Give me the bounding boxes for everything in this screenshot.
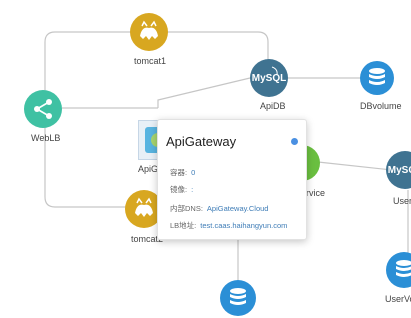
popup-value: 0 [191, 168, 196, 177]
popup-row-dns: 内部DNS: ApiGateway.Cloud [170, 203, 268, 214]
popup-value: test.caas.haihangyun.com [200, 221, 288, 230]
popup-row-lb: LB地址: test.caas.haihangyun.com [170, 220, 287, 231]
tomcat1-node[interactable] [130, 13, 168, 51]
dbvolume-label: DBvolume [360, 101, 402, 111]
topology-canvas[interactable]: tomcat1 tomcat2 WebLB MySQL ApiDB DBvolu… [0, 0, 411, 318]
popup-row-containers: 容器: 0 [170, 167, 195, 178]
uservol-node[interactable] [386, 252, 411, 290]
apidb-label: ApiDB [260, 101, 286, 111]
bottom-db-node[interactable] [220, 280, 258, 318]
svg-text:MySQL: MySQL [388, 165, 411, 176]
tomcat1-label: tomcat1 [134, 56, 167, 66]
tomcat-icon [130, 13, 168, 51]
popup-value: : [191, 185, 194, 194]
userdb-node[interactable]: MySQL [386, 151, 411, 189]
svg-text:MySQL: MySQL [252, 73, 286, 84]
popup-key: LB地址: [170, 221, 197, 230]
popup-key: 容器: [170, 168, 188, 177]
popup-row-image: 镜像:: [170, 184, 193, 195]
link-gateway-apidb [157, 77, 251, 108]
database-icon [360, 61, 394, 95]
status-dot [291, 138, 298, 145]
share-icon [24, 90, 62, 128]
weblb-node[interactable] [24, 90, 62, 128]
dbvolume-node[interactable] [360, 61, 398, 99]
link-service-userdb [317, 161, 393, 171]
popup-value: ApiGateway.Cloud [206, 204, 269, 213]
userdb-label: UserD [393, 196, 411, 206]
apigateway-popup: ApiGateway 容器: 0 镜像:: 内部DNS: ApiGateway.Cl… [157, 119, 307, 240]
popup-key: 镜像: [170, 185, 188, 194]
uservol-label: UserVol [385, 294, 411, 304]
apidb-node[interactable]: MySQL [250, 59, 288, 97]
mysql-icon: MySQL [250, 59, 288, 97]
mysql-icon: MySQL [386, 151, 411, 189]
database-icon [220, 280, 256, 316]
database-icon [386, 252, 411, 288]
weblb-label: WebLB [31, 133, 61, 143]
popup-key: 内部DNS: [170, 204, 203, 213]
popup-title: ApiGateway [166, 134, 237, 149]
